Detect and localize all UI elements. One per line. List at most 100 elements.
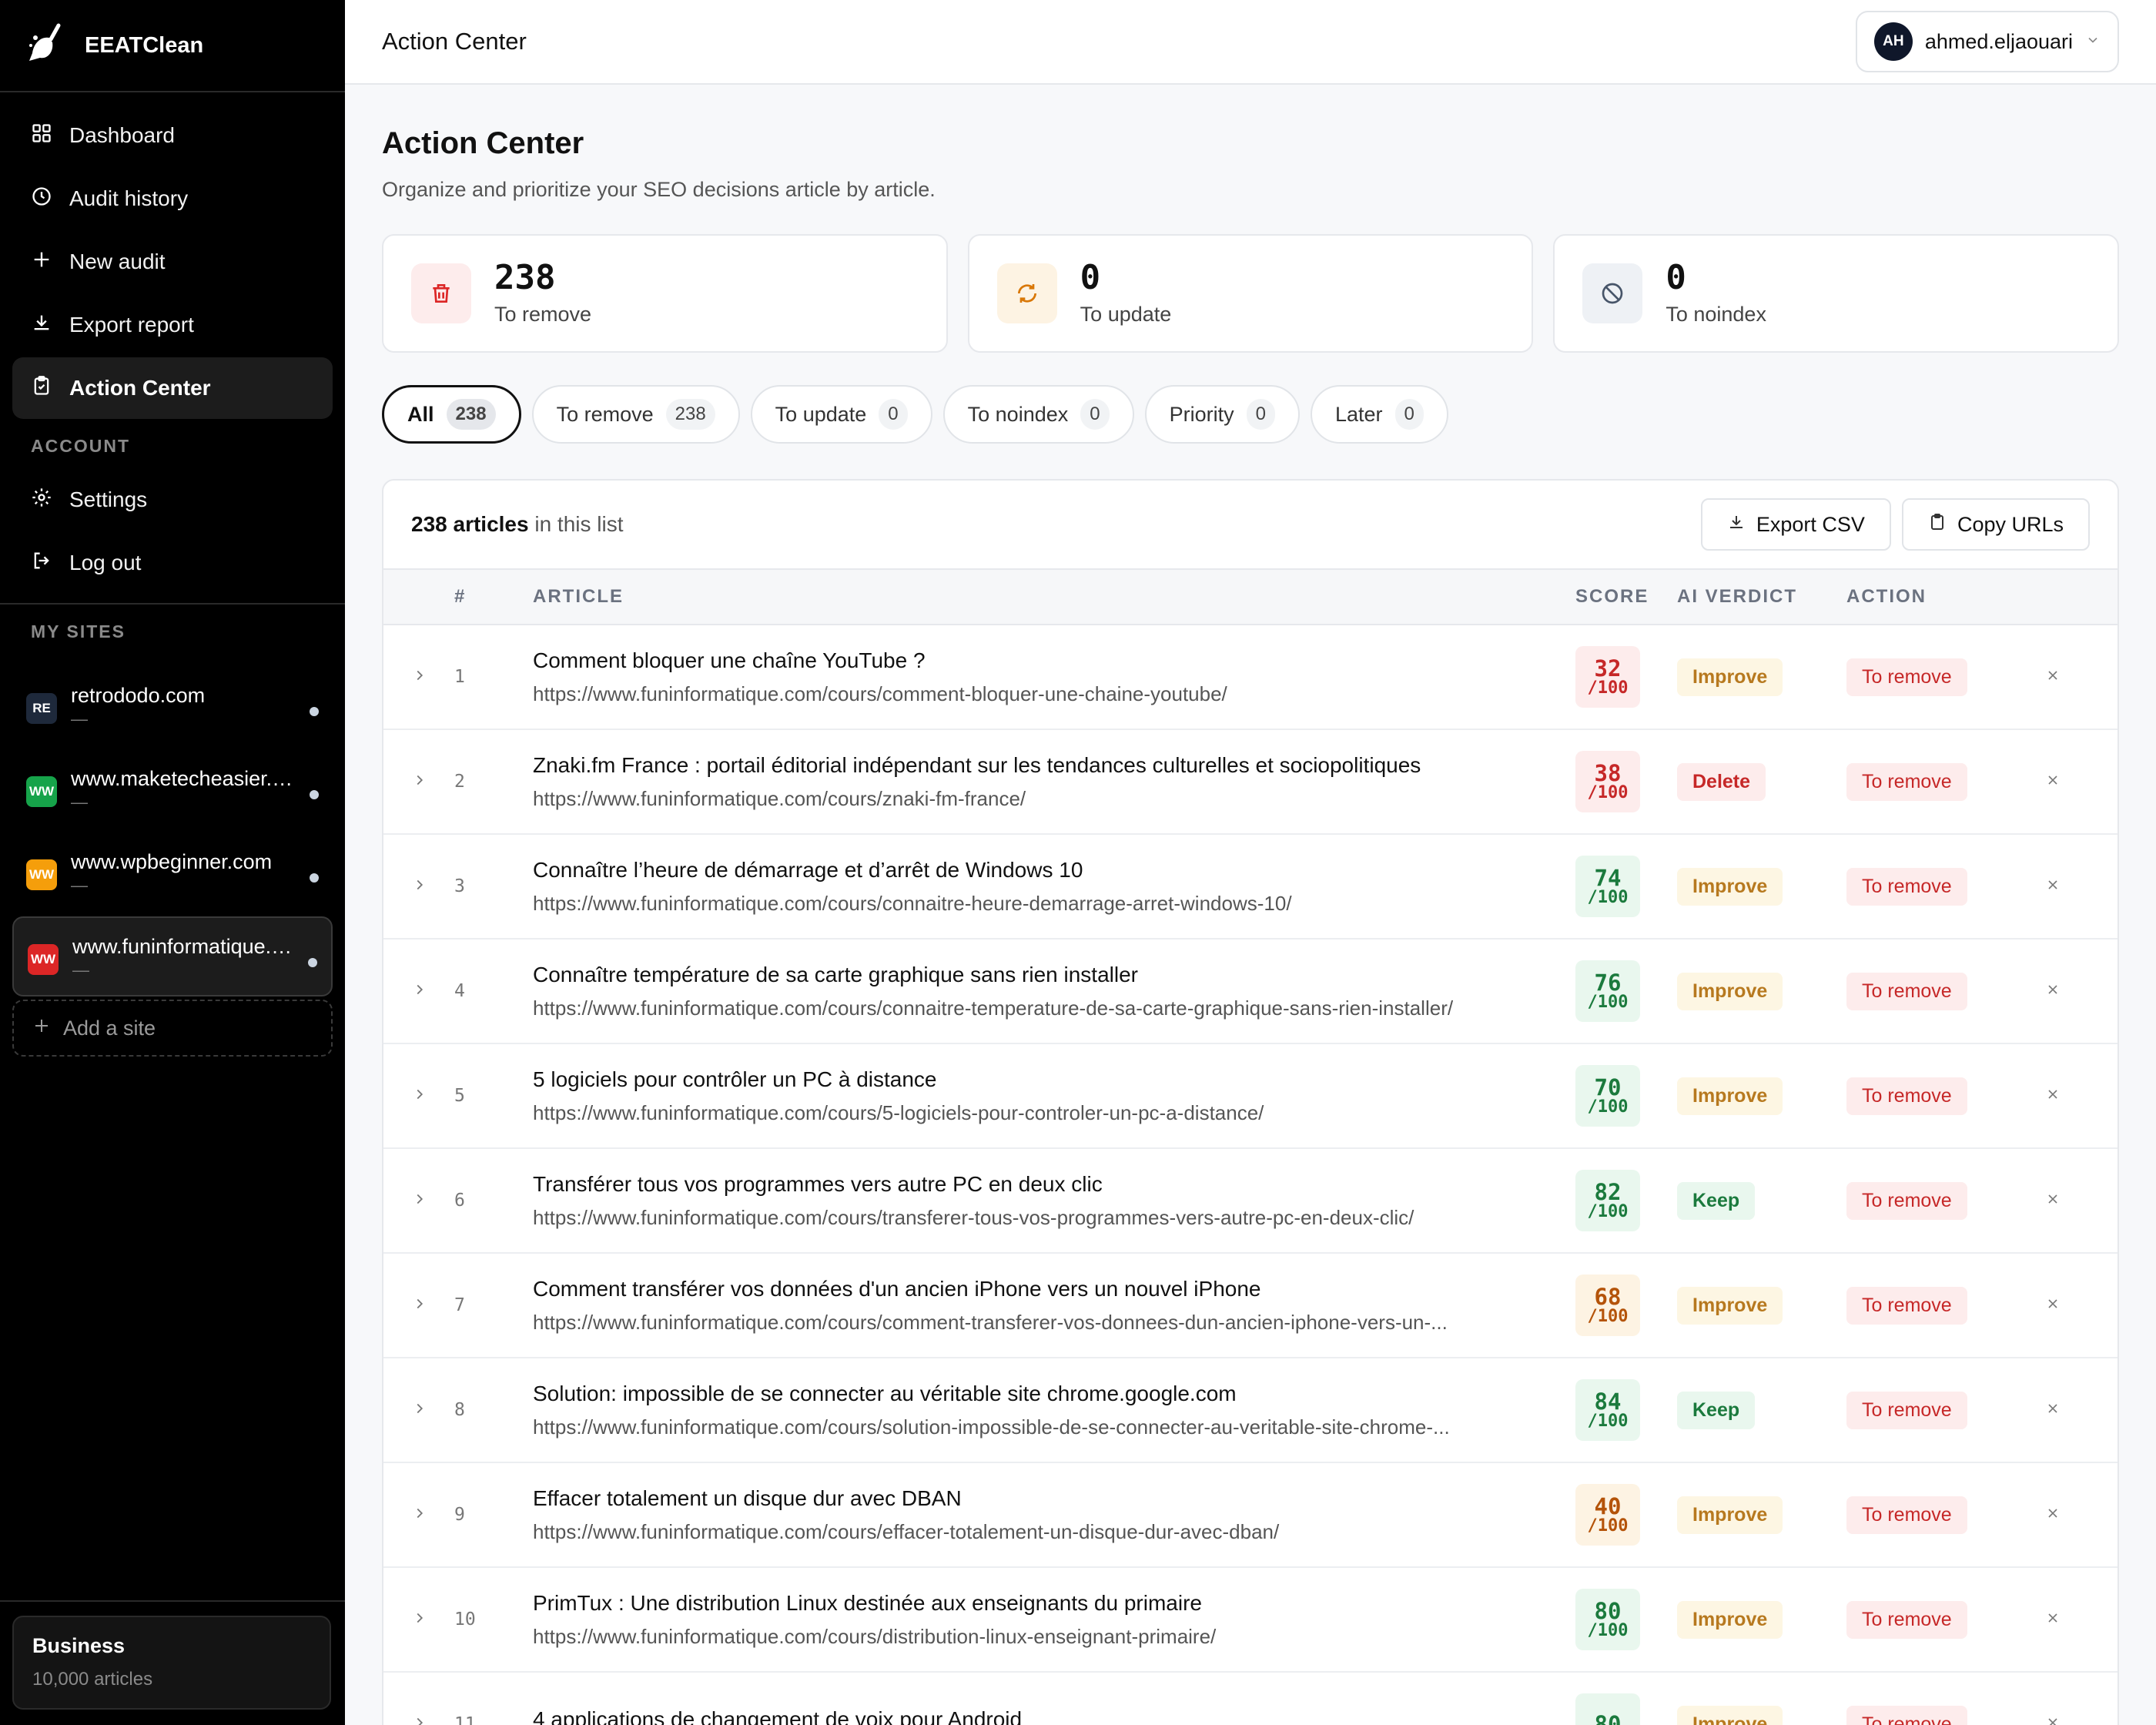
article-url[interactable]: https://www.funinformatique.com/cours/ef…	[533, 1520, 1565, 1544]
copy-urls-button[interactable]: Copy URLs	[1901, 498, 2090, 551]
stat-card-remove[interactable]: 238 To remove	[382, 234, 948, 353]
table-row[interactable]: 9 Effacer totalement un disque dur avec …	[383, 1463, 2118, 1568]
export-csv-button[interactable]: Export CSV	[1700, 498, 1891, 551]
export-csv-label: Export CSV	[1756, 512, 1865, 536]
remove-row-button[interactable]	[2014, 1506, 2091, 1525]
remove-row-button[interactable]	[2014, 1191, 2091, 1211]
stat-value: 0	[1666, 257, 1686, 297]
remove-row-button[interactable]	[2014, 1610, 2091, 1630]
article-url[interactable]: https://www.funinformatique.com/cours/zn…	[533, 787, 1565, 811]
close-icon	[2045, 1506, 2061, 1525]
action-select[interactable]: To remove	[1846, 1600, 1967, 1639]
nav-item-audit-history[interactable]: Audit history	[12, 168, 333, 229]
action-select[interactable]: To remove	[1846, 658, 1967, 696]
expand-row-button[interactable]	[383, 1191, 445, 1211]
stat-card-noindex[interactable]: 0 To noindex	[1553, 234, 2120, 353]
action-select[interactable]: To remove	[1846, 1077, 1967, 1115]
nav-item-settings[interactable]: Settings	[12, 469, 333, 531]
remove-row-button[interactable]	[2014, 1296, 2091, 1315]
article-title[interactable]: Connaître température de sa carte graphi…	[533, 963, 1565, 987]
verdict-badge: Delete	[1677, 762, 1766, 801]
article-title[interactable]: 4 applications de changement de voix pou…	[533, 1707, 1565, 1725]
article-url[interactable]: https://www.funinformatique.com/cours/co…	[533, 682, 1565, 706]
action-select[interactable]: To remove	[1846, 1705, 1967, 1725]
expand-row-button[interactable]	[383, 1505, 445, 1526]
plan-card[interactable]: Business 10,000 articles	[12, 1616, 331, 1710]
expand-row-button[interactable]	[383, 667, 445, 688]
article-url[interactable]: https://www.funinformatique.com/cours/co…	[533, 996, 1565, 1020]
user-menu-button[interactable]: AH ahmed.eljaouari	[1855, 11, 2119, 72]
site-item-retrododo[interactable]: RE retrododo.com —	[12, 667, 333, 747]
article-url[interactable]: https://www.funinformatique.com/cours/co…	[533, 892, 1565, 916]
action-select[interactable]: To remove	[1846, 1181, 1967, 1220]
remove-row-button[interactable]	[2014, 1715, 2091, 1725]
tab-all[interactable]: All 238	[382, 385, 521, 444]
table-row[interactable]: 11 4 applications de changement de voix …	[383, 1673, 2118, 1725]
table-row[interactable]: 4 Connaître température de sa carte grap…	[383, 940, 2118, 1044]
remove-row-button[interactable]	[2014, 1401, 2091, 1420]
table-row[interactable]: 1 Comment bloquer une chaîne YouTube ? h…	[383, 625, 2118, 730]
table-row[interactable]: 2 Znaki.fm France : portail éditorial in…	[383, 730, 2118, 835]
tab-priority[interactable]: Priority 0	[1144, 385, 1300, 444]
article-url[interactable]: https://www.funinformatique.com/cours/di…	[533, 1625, 1565, 1649]
remove-row-button[interactable]	[2014, 668, 2091, 687]
tab-to-remove[interactable]: To remove 238	[531, 385, 740, 444]
remove-row-button[interactable]	[2014, 1087, 2091, 1106]
brand[interactable]: EEATClean	[0, 0, 345, 92]
table-row[interactable]: 8 Solution: impossible de se connecter a…	[383, 1358, 2118, 1463]
article-title[interactable]: PrimTux : Une distribution Linux destiné…	[533, 1591, 1565, 1616]
article-url[interactable]: https://www.funinformatique.com/cours/so…	[533, 1415, 1565, 1439]
remove-row-button[interactable]	[2014, 772, 2091, 792]
close-icon	[2045, 1087, 2061, 1106]
expand-row-button[interactable]	[383, 1295, 445, 1316]
expand-row-button[interactable]	[383, 1400, 445, 1421]
remove-row-button[interactable]	[2014, 877, 2091, 896]
action-select[interactable]: To remove	[1846, 972, 1967, 1010]
expand-row-button[interactable]	[383, 1609, 445, 1630]
article-title[interactable]: Comment transférer vos données d'un anci…	[533, 1277, 1565, 1301]
table-row[interactable]: 10 PrimTux : Une distribution Linux dest…	[383, 1568, 2118, 1673]
table-row[interactable]: 5 5 logiciels pour contrôler un PC à dis…	[383, 1044, 2118, 1149]
grid-icon	[31, 122, 52, 149]
table-row[interactable]: 3 Connaître l’heure de démarrage et d’ar…	[383, 835, 2118, 940]
expand-row-button[interactable]	[383, 876, 445, 897]
close-icon	[2045, 1401, 2061, 1420]
action-select[interactable]: To remove	[1846, 1496, 1967, 1534]
expand-row-button[interactable]	[383, 1086, 445, 1107]
nav-item-action-center[interactable]: Action Center	[12, 357, 333, 419]
article-title[interactable]: Connaître l’heure de démarrage et d’arrê…	[533, 858, 1565, 883]
stat-card-update[interactable]: 0 To update	[967, 234, 1534, 353]
tab-to-update[interactable]: To update 0	[750, 385, 932, 444]
remove-row-button[interactable]	[2014, 982, 2091, 1001]
article-url[interactable]: https://www.funinformatique.com/cours/tr…	[533, 1206, 1565, 1230]
nav-item-new-audit[interactable]: New audit	[12, 231, 333, 293]
article-url[interactable]: https://www.funinformatique.com/cours/5-…	[533, 1101, 1565, 1125]
table-row[interactable]: 6 Transférer tous vos programmes vers au…	[383, 1149, 2118, 1254]
article-title[interactable]: Znaki.fm France : portail éditorial indé…	[533, 753, 1565, 778]
nav-item-export-report[interactable]: Export report	[12, 294, 333, 356]
tab-later[interactable]: Later 0	[1310, 385, 1448, 444]
article-title[interactable]: Comment bloquer une chaîne YouTube ?	[533, 648, 1565, 673]
action-select[interactable]: To remove	[1846, 1391, 1967, 1429]
expand-row-button[interactable]	[383, 981, 445, 1002]
site-item-maketecheasier[interactable]: WW www.maketecheasier.com —	[12, 750, 333, 830]
site-item-funinformatique[interactable]: WW www.funinformatique.com —	[12, 916, 333, 996]
action-select[interactable]: To remove	[1846, 762, 1967, 801]
nav-item-dashboard[interactable]: Dashboard	[12, 105, 333, 166]
verdict-cell: Keep	[1677, 1181, 1846, 1220]
expand-row-button[interactable]	[383, 1714, 445, 1725]
action-select[interactable]: To remove	[1846, 1286, 1967, 1325]
add-site-button[interactable]: Add a site	[12, 1000, 333, 1057]
article-title[interactable]: Transférer tous vos programmes vers autr…	[533, 1172, 1565, 1197]
article-title[interactable]: Effacer totalement un disque dur avec DB…	[533, 1486, 1565, 1511]
tab-to-noindex[interactable]: To noindex 0	[942, 385, 1134, 444]
nav-item-log-out[interactable]: Log out	[12, 532, 333, 594]
article-title[interactable]: 5 logiciels pour contrôler un PC à dista…	[533, 1067, 1565, 1092]
page-subtitle: Organize and prioritize your SEO decisio…	[382, 178, 936, 201]
article-title[interactable]: Solution: impossible de se connecter au …	[533, 1382, 1565, 1406]
table-row[interactable]: 7 Comment transférer vos données d'un an…	[383, 1254, 2118, 1358]
expand-row-button[interactable]	[383, 772, 445, 792]
article-url[interactable]: https://www.funinformatique.com/cours/co…	[533, 1311, 1565, 1335]
action-select[interactable]: To remove	[1846, 867, 1967, 906]
site-item-wpbeginner[interactable]: WW www.wpbeginner.com —	[12, 833, 333, 913]
